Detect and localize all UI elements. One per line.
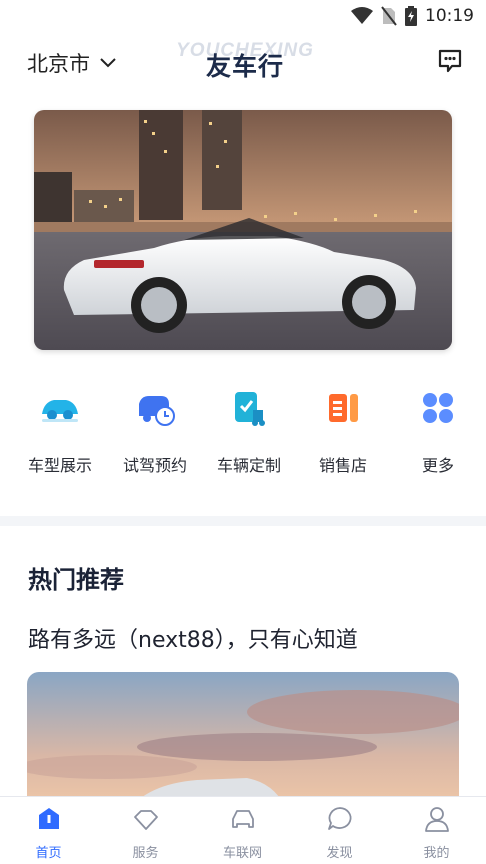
quick-entry-dealer[interactable]: 销售店 <box>297 388 389 476</box>
quick-entry-test-drive[interactable]: 试驾预约 <box>109 388 201 476</box>
custom-vehicle-icon <box>235 392 265 426</box>
banner-image <box>34 110 452 350</box>
quick-entry-label: 车辆定制 <box>216 456 281 475</box>
quick-entry-label: 车型展示 <box>27 456 92 475</box>
quick-entry-more[interactable]: 更多 <box>392 388 484 476</box>
quick-entry-label: 试驾预约 <box>122 456 187 475</box>
tab-label: 我的 <box>423 846 450 861</box>
banner-carousel[interactable] <box>34 110 452 350</box>
section-title-hot-recommend: 热门推荐 <box>28 566 124 594</box>
car-display-icon <box>42 400 78 422</box>
chat-icon <box>438 49 462 73</box>
chevron-down-icon <box>100 58 116 68</box>
brand-title: 友车行 <box>205 52 284 81</box>
status-time: 10:19 <box>425 6 474 26</box>
profile-icon <box>424 807 449 832</box>
section-divider <box>0 516 486 526</box>
discover-icon <box>327 807 351 830</box>
tab-car-net[interactable]: 车联网 <box>194 805 291 861</box>
tab-label: 车联网 <box>222 846 262 861</box>
quick-entry-label: 销售店 <box>318 456 367 475</box>
quick-entry-label: 更多 <box>421 456 454 475</box>
quick-entry-custom-vehicle[interactable]: 车辆定制 <box>203 388 295 476</box>
city-selector[interactable]: 北京市 <box>27 48 116 78</box>
app-header: 北京市 YOUCHEXING 友车行 <box>0 34 486 90</box>
quick-entry-car-display[interactable]: 车型展示 <box>14 388 106 476</box>
tab-service[interactable]: 服务 <box>97 805 194 861</box>
tab-label: 发现 <box>326 846 353 861</box>
home-icon <box>38 808 59 829</box>
dealer-icon <box>329 394 358 422</box>
tab-label: 服务 <box>132 846 159 861</box>
tab-discover[interactable]: 发现 <box>291 805 388 861</box>
no-sim-icon <box>381 6 397 26</box>
city-label: 北京市 <box>27 52 90 76</box>
battery-icon <box>405 6 417 26</box>
status-bar: 10:19 <box>0 0 486 34</box>
tab-home[interactable]: 首页 <box>0 805 97 861</box>
brand-logo: YOUCHEXING 友车行 <box>150 36 340 86</box>
bottom-tab-bar: 首页 服务 车联网 发现 我的 <box>0 796 486 864</box>
tab-profile[interactable]: 我的 <box>388 805 485 861</box>
article-title[interactable]: 路有多远（next88），只有心知道 <box>28 622 358 654</box>
wifi-icon <box>351 7 373 24</box>
tab-label: 首页 <box>35 846 62 861</box>
quick-entry-grid: 车型展示 试驾预约 车辆定制 销售店 更多 <box>0 388 486 478</box>
article-cover-image[interactable] <box>27 672 459 812</box>
car-net-icon <box>231 810 254 828</box>
article-image <box>27 672 459 812</box>
service-icon <box>133 810 158 830</box>
test-drive-icon <box>139 396 175 426</box>
chat-button[interactable] <box>436 47 464 75</box>
more-grid-icon <box>423 393 453 423</box>
